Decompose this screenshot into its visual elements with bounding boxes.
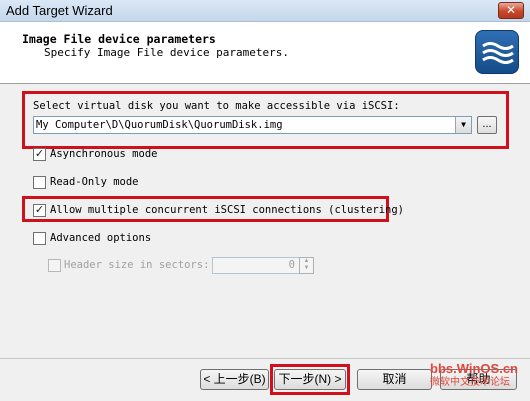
dropdown-arrow-icon[interactable]: ▼ xyxy=(455,117,471,133)
page-title: Image File device parameters xyxy=(22,32,216,46)
readonly-mode-checkbox[interactable] xyxy=(33,176,46,189)
cancel-button[interactable]: 取消 xyxy=(357,369,432,390)
advanced-options-label: Advanced options xyxy=(50,232,152,244)
close-button[interactable]: ✕ xyxy=(498,2,524,19)
advanced-options-checkbox[interactable] xyxy=(33,232,46,245)
wizard-header: Image File device parameters Specify Ima… xyxy=(0,22,530,84)
footer-divider xyxy=(0,358,530,359)
disk-path-combobox[interactable]: My Computer\D\QuorumDisk\QuorumDisk.img … xyxy=(33,116,472,134)
browse-button[interactable]: ... xyxy=(477,116,497,134)
multiple-connections-label: Allow multiple concurrent iSCSI connecti… xyxy=(50,204,405,216)
back-button[interactable]: < 上一步(B) xyxy=(200,369,269,390)
site-watermark: bbs.WinOS.cn 微软中文技术论坛 xyxy=(430,362,518,390)
header-size-label: Header size in sectors: xyxy=(64,259,210,271)
browse-button-label: ... xyxy=(482,118,492,130)
watermark-url: bbs.WinOS.cn xyxy=(430,361,518,376)
multiple-connections-checkbox[interactable]: ✓ xyxy=(33,204,46,217)
spin-down-icon[interactable]: ▼ xyxy=(300,265,313,272)
next-button[interactable]: 下一步(N) > xyxy=(274,369,346,390)
close-icon: ✕ xyxy=(505,3,517,17)
watermark-caption: 微软中文技术论坛 xyxy=(430,377,510,388)
header-size-spinner[interactable]: ▲ ▼ xyxy=(299,257,314,274)
header-size-checkbox[interactable] xyxy=(48,259,61,272)
async-mode-checkbox[interactable]: ✓ xyxy=(33,148,46,161)
title-bar: Add Target Wizard ✕ xyxy=(0,0,530,22)
page-subtitle: Specify Image File device parameters. xyxy=(44,46,290,59)
header-size-input[interactable]: 0 xyxy=(212,257,300,274)
readonly-mode-label: Read-Only mode xyxy=(50,176,139,188)
disk-select-label: Select virtual disk you want to make acc… xyxy=(33,100,400,112)
starwind-logo-icon xyxy=(475,30,519,74)
disk-path-value: My Computer\D\QuorumDisk\QuorumDisk.img xyxy=(36,119,283,131)
spin-up-icon[interactable]: ▲ xyxy=(300,258,313,265)
window-title: Add Target Wizard xyxy=(6,3,113,18)
async-mode-label: Asynchronous mode xyxy=(50,148,158,160)
